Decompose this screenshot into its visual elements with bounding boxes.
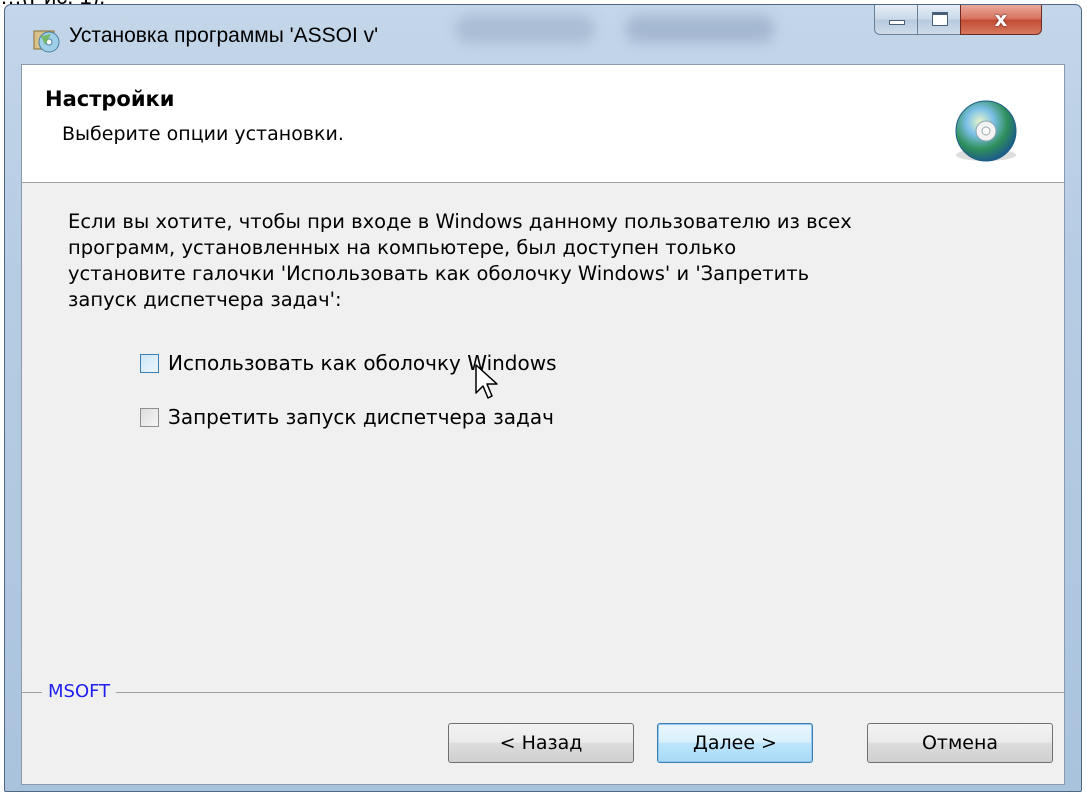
mouse-pointer-icon	[475, 364, 498, 399]
intro-line: запуск диспетчера задач':	[68, 288, 342, 311]
installer-window: Установка программы 'ASSOI v' x Настройк…	[4, 4, 1082, 792]
brand-label: MSOFT	[42, 681, 117, 702]
installer-disc-icon	[33, 30, 60, 53]
disable-task-manager-label: Запретить запуск диспетчера задач	[168, 405, 554, 429]
close-icon: x	[994, 7, 1008, 31]
cancel-button[interactable]: Отмена	[867, 723, 1053, 763]
title-bar[interactable]: Установка программы 'ASSOI v' x	[5, 5, 1081, 64]
brand-divider	[22, 692, 1064, 693]
next-button[interactable]: Далее >	[657, 723, 813, 763]
intro-line: установите галочки 'Использовать как обо…	[68, 262, 810, 285]
title-bar-blur	[625, 15, 775, 43]
disable-task-manager-option[interactable]: Запретить запуск диспетчера задач	[140, 403, 554, 431]
maximize-button[interactable]	[917, 5, 961, 35]
intro-line: Если вы хотите, чтобы при входе в Window…	[68, 210, 852, 233]
page-title: Настройки	[45, 87, 175, 111]
window-title: Установка программы 'ASSOI v'	[69, 24, 379, 47]
cd-disc-icon	[955, 100, 1017, 162]
intro-text: Если вы хотите, чтобы при входе в Window…	[68, 209, 1008, 313]
use-as-shell-checkbox[interactable]	[140, 353, 159, 373]
intro-line: программ, установленных на компьютере, б…	[68, 236, 737, 259]
maximize-icon	[932, 12, 948, 26]
wizard-header: Настройки Выберите опции установки.	[22, 65, 1064, 183]
minimize-icon	[889, 20, 905, 25]
minimize-button[interactable]	[874, 5, 918, 35]
title-bar-blur	[455, 15, 595, 43]
back-button[interactable]: < Назад	[448, 723, 634, 763]
page-subtitle: Выберите опции установки.	[62, 123, 344, 145]
close-button[interactable]: x	[960, 5, 1042, 35]
disable-task-manager-checkbox[interactable]	[140, 407, 159, 427]
wizard-client-area: Настройки Выберите опции установки. Если…	[21, 64, 1065, 785]
